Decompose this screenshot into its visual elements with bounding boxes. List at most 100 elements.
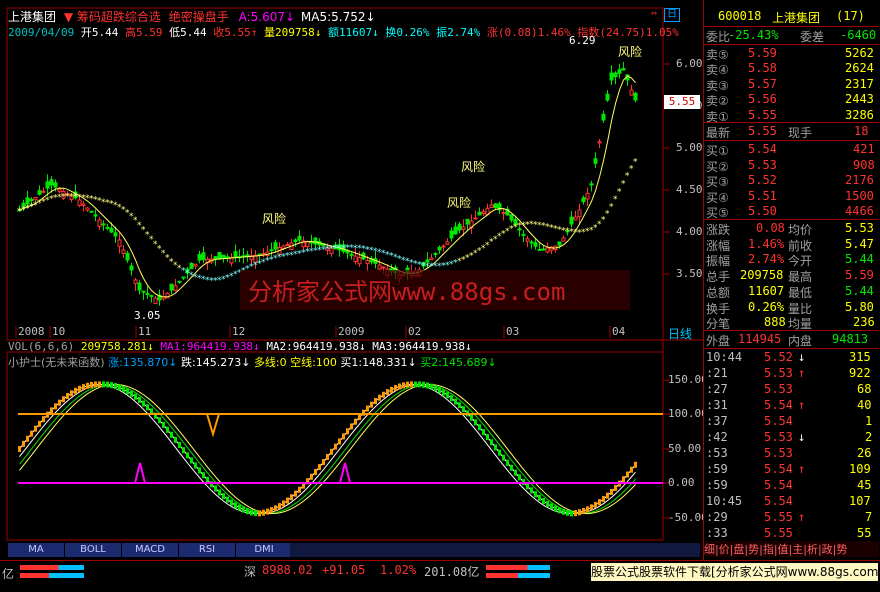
oscillator-bar: [558, 507, 561, 514]
horizontal-scrollbar[interactable]: [290, 543, 700, 557]
tick-volume: 2: [865, 430, 873, 444]
candle-body: [145, 292, 150, 295]
risk-label-2: 风险: [461, 160, 486, 174]
oscillator-bar: [246, 508, 249, 515]
stock-name: 上港集团: [772, 11, 821, 25]
tab-rsi[interactable]: RSI: [179, 543, 236, 557]
index-change: +91.05: [322, 563, 366, 577]
oscillator-bar: [286, 497, 289, 504]
stat-value: 236: [853, 315, 875, 330]
tick-row: :29 5.55 ↑ 7: [704, 509, 879, 526]
candle-body: [429, 257, 434, 261]
oscillator-bar: [510, 464, 513, 471]
oscillator-bar: [50, 407, 53, 414]
day-line-label[interactable]: 日线: [668, 325, 692, 342]
stat-row: 涨跌 0.08 均价 5.53: [704, 220, 879, 237]
candle-body: [101, 223, 106, 226]
watermark-text: 分析家公式网www.88gs.com: [248, 278, 565, 306]
tab-dmi[interactable]: DMI: [236, 543, 293, 557]
oscillator-bar: [402, 382, 405, 389]
ind-bull: 多线:0: [253, 356, 287, 369]
oscillator-bar: [542, 497, 545, 504]
tick-volume: 45: [857, 478, 872, 492]
candle-body: [133, 279, 138, 284]
candle-body: [353, 255, 358, 262]
formula-name[interactable]: 筹码超跌综合选: [77, 10, 161, 24]
ma-a-value: A:5.607: [238, 10, 285, 24]
oscillator-line: [19, 383, 636, 515]
date-label: 10: [52, 325, 66, 338]
tick-arrow: ↑: [798, 462, 806, 476]
date-label: 2009: [338, 325, 365, 338]
oscillator-bar: [342, 433, 345, 440]
oscillator-bar: [414, 381, 417, 388]
oscillator-bar: [506, 459, 509, 466]
candle-body: [477, 211, 482, 216]
sell-price: 5.59: [748, 46, 777, 60]
candle-body: [545, 247, 550, 253]
oscillator-bar: [594, 501, 597, 508]
oscillator-bar: [514, 469, 517, 476]
kline-chart[interactable]: ****************************************…: [0, 0, 703, 560]
weibi-row: 委比 -25.43% 委差 -6460: [706, 28, 877, 44]
quote-panel-tabs[interactable]: 细|价|盘|势|指|值|主|析|政|势: [704, 541, 879, 557]
oscillator-bar: [270, 507, 273, 514]
tick-row: :27 5.53 68: [704, 381, 879, 398]
risk-label-1: 风险: [618, 45, 643, 59]
indicator-name[interactable]: 小护士(无未来函数): [8, 356, 105, 369]
tick-row: :31 5.54 ↑ 40: [704, 397, 879, 414]
latest-price: 5.55: [748, 124, 777, 138]
candle-body: [613, 72, 618, 78]
indicator-tick: 0.00: [668, 476, 695, 489]
candle-body: [589, 183, 594, 186]
candle-body: [293, 239, 298, 243]
chart-area[interactable]: * * * * * * * * * * * * * * * * * * * * * * * * * * * * * * * * * * * * * * * *…: [0, 0, 708, 560]
oscillator-bar: [282, 500, 285, 507]
oscillator-bar: [106, 381, 109, 388]
indicator-tick: 50.00: [668, 442, 702, 455]
stat-row: 总额 11607 最低 5.44: [704, 283, 879, 300]
formula2-name[interactable]: 绝密操盘手: [169, 10, 229, 24]
candle-body: [117, 239, 122, 248]
ind-buy1: 买1:148.331: [340, 356, 408, 369]
oscillator-bar: [214, 485, 217, 492]
buy-price: 5.53: [748, 157, 777, 172]
tab-boll[interactable]: BOLL: [65, 543, 122, 557]
oscillator-bar: [502, 454, 505, 461]
candle-body: [453, 226, 458, 235]
tab-macd[interactable]: MACD: [122, 543, 179, 557]
risk-label-4: 风险: [262, 212, 287, 226]
candle-body: [177, 280, 182, 283]
vol-line: VOL(6,6,6) 209758.281↓ MA1:964419.938↓ M…: [8, 340, 472, 353]
date-label: 04: [612, 325, 626, 338]
oscillator-bar: [234, 502, 237, 509]
oscillator-bar: [110, 382, 113, 389]
oscillator-bar: [418, 381, 421, 388]
tick-price: 5.52: [764, 350, 793, 364]
tick-row: :59 5.54 45: [704, 477, 879, 494]
indicator-tick: 150.00: [668, 373, 708, 386]
candle-body: [617, 69, 622, 74]
sell-volume: 2624: [845, 61, 874, 76]
ma5-value: MA5:5.752: [300, 10, 366, 24]
oscillator-bar: [298, 486, 301, 493]
tick-row: 10:44 5.52 ↓ 315: [704, 349, 879, 366]
ad-banner[interactable]: 股票公式股票软件下载[分析家公式网www.88gs.com]: [591, 563, 878, 581]
hide-panel-icon[interactable]: 日: [664, 8, 680, 22]
indicator-tick: -50.00: [668, 511, 708, 524]
oscillator-bar: [518, 474, 521, 481]
oscillator-bar: [602, 496, 605, 503]
oscillator-bar: [578, 509, 581, 516]
oscillator-bar: [482, 429, 485, 436]
scroll-up-icon[interactable]: ⇔: [651, 8, 661, 20]
oscillator-bar: [74, 387, 77, 394]
stat-value: 0.26%: [748, 299, 785, 314]
tab-ma[interactable]: MA: [8, 543, 65, 557]
oscillator-bar: [62, 396, 65, 403]
oscillator-bar: [470, 414, 473, 421]
risk-label-3: 风险: [447, 196, 472, 210]
candle-body: [109, 227, 114, 233]
tick-time: :59: [706, 462, 728, 476]
status-bar-graph-1: [20, 565, 84, 570]
tick-row: 10:45 5.54 107: [704, 493, 879, 510]
